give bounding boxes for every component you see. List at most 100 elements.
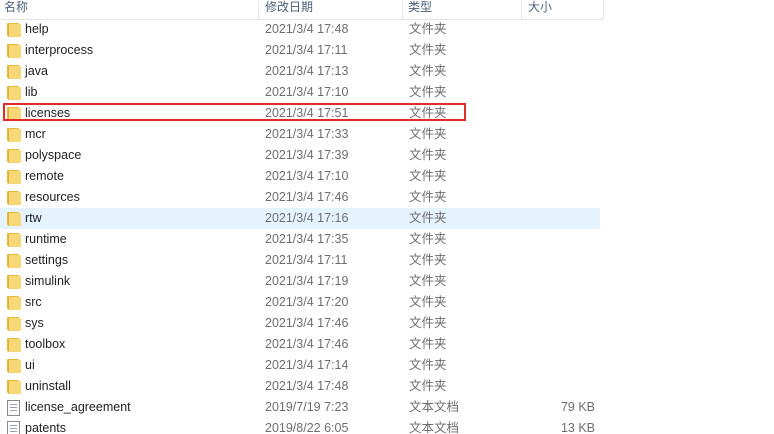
file-size xyxy=(522,166,595,187)
file-name: sys xyxy=(25,316,44,330)
folder-icon xyxy=(6,295,21,310)
file-name: uninstall xyxy=(25,379,71,393)
file-name: lib xyxy=(25,85,38,99)
file-row[interactable]: toolbox 2021/3/4 17:46 文件夹 xyxy=(0,334,600,355)
file-name: polyspace xyxy=(25,148,82,162)
file-type: 文件夹 xyxy=(409,64,447,78)
file-row[interactable]: simulink 2021/3/4 17:19 文件夹 xyxy=(0,271,600,292)
file-row[interactable]: uninstall 2021/3/4 17:48 文件夹 xyxy=(0,376,600,397)
file-size xyxy=(522,271,595,292)
file-row[interactable]: interprocess 2021/3/4 17:11 文件夹 xyxy=(0,40,600,61)
file-size xyxy=(522,19,595,40)
file-type: 文件夹 xyxy=(409,379,447,393)
file-size xyxy=(522,355,595,376)
column-header-name[interactable]: 名称 xyxy=(0,0,259,19)
file-type: 文件夹 xyxy=(409,148,447,162)
file-size xyxy=(522,334,595,355)
file-type: 文件夹 xyxy=(409,358,447,372)
file-size: 79 KB xyxy=(560,400,595,414)
file-date-modified: 2019/7/19 7:23 xyxy=(265,400,349,414)
text-document-icon xyxy=(6,421,20,434)
folder-icon xyxy=(6,316,21,331)
file-row[interactable]: help 2021/3/4 17:48 文件夹 xyxy=(0,19,600,40)
file-row[interactable]: sys 2021/3/4 17:46 文件夹 xyxy=(0,313,600,334)
file-type: 文件夹 xyxy=(409,169,447,183)
file-date-modified: 2021/3/4 17:35 xyxy=(265,232,349,246)
file-date-modified: 2021/3/4 17:39 xyxy=(265,148,349,162)
file-date-modified: 2021/3/4 17:19 xyxy=(265,274,349,288)
folder-icon xyxy=(6,211,21,226)
file-size xyxy=(522,103,595,124)
file-row[interactable]: remote 2021/3/4 17:10 文件夹 xyxy=(0,166,600,187)
file-row[interactable]: polyspace 2021/3/4 17:39 文件夹 xyxy=(0,145,600,166)
text-document-icon xyxy=(6,400,20,416)
file-type: 文件夹 xyxy=(409,211,447,225)
file-type: 文件夹 xyxy=(409,43,447,57)
file-date-modified: 2021/3/4 17:33 xyxy=(265,127,349,141)
file-type: 文件夹 xyxy=(409,316,447,330)
file-name: rtw xyxy=(25,211,42,225)
file-name: ui xyxy=(25,358,35,372)
file-date-modified: 2021/3/4 17:48 xyxy=(265,22,349,36)
column-header-bar: 名称 修改日期 类型 大小 xyxy=(0,0,604,20)
file-type: 文件夹 xyxy=(409,85,447,99)
file-size xyxy=(522,208,595,229)
file-size xyxy=(522,40,595,61)
file-size xyxy=(522,145,595,166)
folder-icon xyxy=(6,22,21,37)
file-date-modified: 2019/8/22 6:05 xyxy=(265,421,349,434)
folder-icon xyxy=(6,232,21,247)
file-name: mcr xyxy=(25,127,46,141)
file-row[interactable]: license_agreement 2019/7/19 7:23 文本文档 79 KB xyxy=(0,397,600,418)
file-name: settings xyxy=(25,253,69,267)
file-explorer-list-view: 名称 修改日期 类型 大小 help 2021/3/4 17:48 文件夹 inter… xyxy=(0,0,774,434)
file-name: runtime xyxy=(25,232,67,246)
file-row[interactable]: runtime 2021/3/4 17:35 文件夹 xyxy=(0,229,600,250)
file-date-modified: 2021/3/4 17:46 xyxy=(265,337,349,351)
file-type: 文件夹 xyxy=(409,295,447,309)
file-name: java xyxy=(25,64,48,78)
column-header-type[interactable]: 类型 xyxy=(403,0,522,19)
folder-icon xyxy=(6,64,21,79)
file-name: resources xyxy=(25,190,80,204)
file-row[interactable]: resources 2021/3/4 17:46 文件夹 xyxy=(0,187,600,208)
file-date-modified: 2021/3/4 17:13 xyxy=(265,64,349,78)
file-type: 文本文档 xyxy=(409,421,460,434)
file-row[interactable]: lib 2021/3/4 17:10 文件夹 xyxy=(0,82,600,103)
file-row[interactable]: ui 2021/3/4 17:14 文件夹 xyxy=(0,355,600,376)
folder-icon xyxy=(6,148,21,163)
file-type: 文件夹 xyxy=(409,106,447,120)
file-row[interactable]: mcr 2021/3/4 17:33 文件夹 xyxy=(0,124,600,145)
file-row[interactable]: licenses 2021/3/4 17:51 文件夹 xyxy=(0,103,600,124)
file-row[interactable]: src 2021/3/4 17:20 文件夹 xyxy=(0,292,600,313)
file-type: 文件夹 xyxy=(409,127,447,141)
column-header-date-modified[interactable]: 修改日期 xyxy=(259,0,403,19)
file-row[interactable]: patents 2019/8/22 6:05 文本文档 13 KB xyxy=(0,418,600,434)
folder-icon xyxy=(6,379,21,394)
folder-icon xyxy=(6,253,21,268)
file-name: toolbox xyxy=(25,337,66,351)
file-name: simulink xyxy=(25,274,71,288)
file-type: 文件夹 xyxy=(409,337,447,351)
file-type: 文件夹 xyxy=(409,190,447,204)
file-size xyxy=(522,313,595,334)
folder-icon xyxy=(6,127,21,142)
file-row[interactable]: settings 2021/3/4 17:11 文件夹 xyxy=(0,250,600,271)
folder-icon xyxy=(6,169,21,184)
file-name: licenses xyxy=(25,106,71,120)
column-header-size[interactable]: 大小 xyxy=(522,0,604,19)
file-size xyxy=(522,124,595,145)
file-date-modified: 2021/3/4 17:51 xyxy=(265,106,349,120)
file-type: 文件夹 xyxy=(409,232,447,246)
file-row[interactable]: rtw 2021/3/4 17:16 文件夹 xyxy=(0,208,600,229)
file-date-modified: 2021/3/4 17:20 xyxy=(265,295,349,309)
file-date-modified: 2021/3/4 17:10 xyxy=(265,169,349,183)
file-name: license_agreement xyxy=(25,400,131,414)
file-name: src xyxy=(25,295,42,309)
file-size xyxy=(522,229,595,250)
file-row[interactable]: java 2021/3/4 17:13 文件夹 xyxy=(0,61,600,82)
folder-icon xyxy=(6,274,21,289)
file-type: 文本文档 xyxy=(409,400,460,414)
file-date-modified: 2021/3/4 17:16 xyxy=(265,211,349,225)
file-size xyxy=(522,187,595,208)
